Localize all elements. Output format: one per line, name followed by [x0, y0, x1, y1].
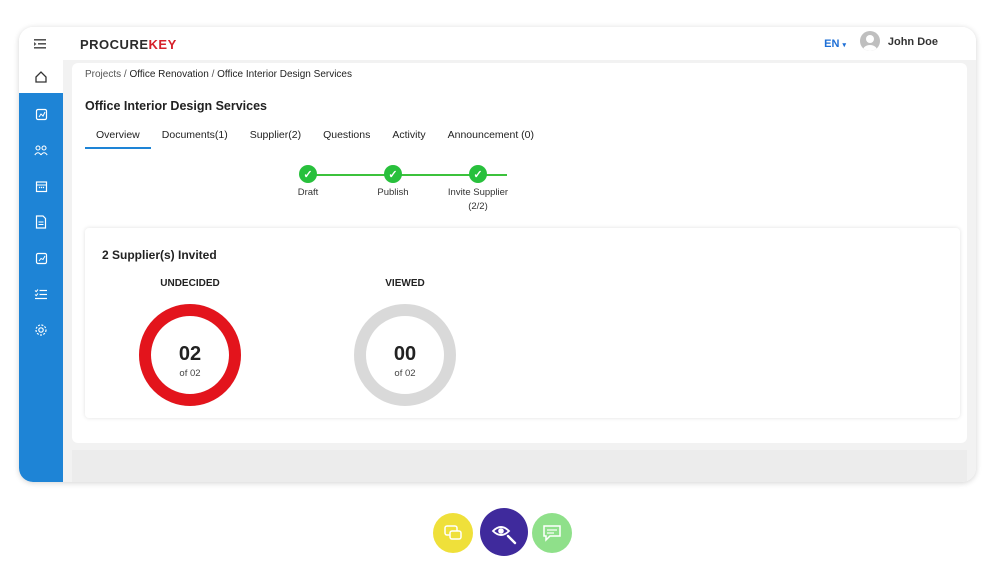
breadcrumb-projects[interactable]: Projects	[85, 69, 121, 80]
chat-bubbles-icon	[444, 525, 462, 540]
menu-toggle-icon[interactable]	[32, 36, 50, 52]
procurekey-logo[interactable]: PROCUREKEY	[80, 37, 177, 52]
undecided-count: 02	[178, 343, 202, 365]
home-icon	[32, 68, 50, 86]
top-bar: PROCUREKEY EN ▾ John Doe	[19, 27, 976, 61]
tab-questions[interactable]: Questions	[312, 129, 381, 149]
app-window: PROCUREKEY EN ▾ John Doe Projects / Offi…	[19, 27, 976, 482]
breadcrumb-office-renovation[interactable]: Office Renovation	[129, 69, 208, 80]
check-icon: ✓	[469, 165, 487, 183]
tab-activity[interactable]: Activity	[381, 129, 436, 149]
chat-bubbles-button[interactable]	[433, 513, 473, 553]
viewed-total: of 02	[394, 368, 416, 379]
document-icon[interactable]	[32, 213, 50, 231]
step-draft: ✓ Draft	[268, 165, 348, 198]
viewed-count: 00	[393, 343, 417, 365]
report-icon[interactable]	[32, 105, 50, 123]
sidebar-item-home[interactable]	[19, 60, 63, 93]
message-icon	[543, 525, 561, 542]
chevron-down-icon: ▾	[842, 42, 846, 49]
eye-search-icon	[491, 526, 517, 545]
suppliers-card: 2 Supplier(s) Invited UNDECIDED 02 of 02…	[85, 228, 960, 418]
overview-panel: Projects / Office Renovation / Office In…	[72, 63, 967, 443]
tab-documents[interactable]: Documents(1)	[151, 129, 239, 149]
message-button[interactable]	[532, 513, 572, 553]
settings-icon[interactable]	[32, 321, 50, 339]
undecided-total: of 02	[179, 368, 201, 379]
suppliers-invited-title: 2 Supplier(s) Invited	[102, 248, 217, 262]
viewed-donut[interactable]: VIEWED 00 of 02	[345, 278, 465, 428]
language-selector[interactable]: EN ▾	[824, 38, 846, 50]
sidebar	[19, 60, 63, 482]
undecided-donut[interactable]: UNDECIDED 02 of 02	[130, 278, 250, 428]
check-icon: ✓	[384, 165, 402, 183]
user-name[interactable]: John Doe	[888, 36, 938, 48]
tab-supplier[interactable]: Supplier(2)	[239, 129, 312, 149]
tab-bar: Overview Documents(1) Supplier(2) Questi…	[85, 129, 545, 149]
checklist-icon[interactable]	[32, 285, 50, 303]
tab-announcement[interactable]: Announcement (0)	[437, 129, 545, 149]
chart-icon[interactable]	[32, 249, 50, 267]
lower-section	[72, 450, 967, 482]
users-icon[interactable]	[32, 141, 50, 159]
calendar-icon[interactable]	[32, 177, 50, 195]
progress-stepper: ✓ Draft ✓ Publish ✓ Invite Supplier (2/2…	[297, 165, 527, 225]
tab-overview[interactable]: Overview	[85, 129, 151, 149]
eye-search-button[interactable]	[480, 508, 528, 556]
main-content: Projects / Office Renovation / Office In…	[63, 60, 976, 482]
step-invite-supplier: ✓ Invite Supplier (2/2)	[438, 165, 518, 212]
page-title: Office Interior Design Services	[85, 99, 268, 113]
check-icon: ✓	[299, 165, 317, 183]
step-publish: ✓ Publish	[353, 165, 433, 198]
avatar[interactable]	[860, 31, 880, 51]
breadcrumb: Projects / Office Renovation / Office In…	[85, 69, 352, 80]
breadcrumb-current: Office Interior Design Services	[217, 69, 352, 80]
